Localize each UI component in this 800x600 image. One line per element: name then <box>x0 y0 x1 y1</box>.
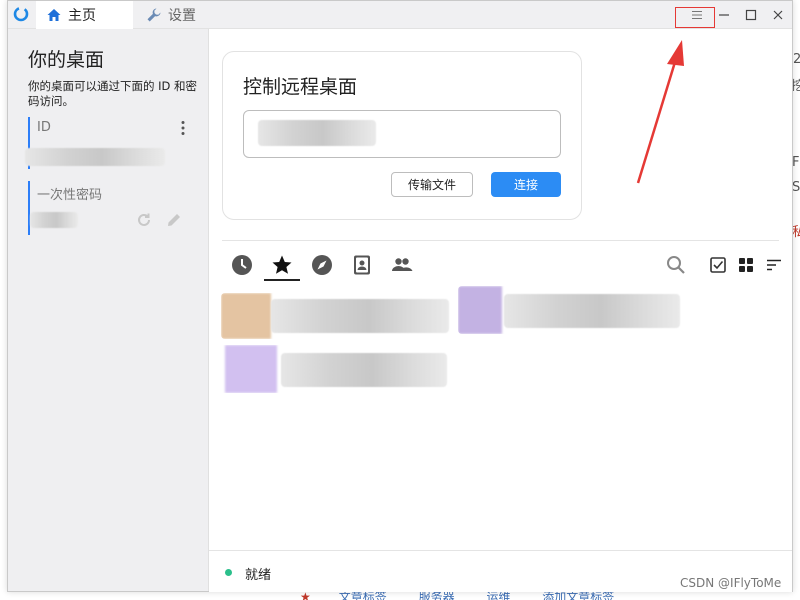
app-window: 主页 设置 你的桌面 你的桌面可以通过下面的 ID 和密码访问。 ID 一次性密… <box>7 0 793 592</box>
group-icon <box>392 258 413 271</box>
grid-view-button[interactable] <box>736 255 756 275</box>
background-fragment: F <box>792 155 800 170</box>
tab-recent-sessions[interactable] <box>230 253 254 277</box>
search-button[interactable] <box>666 255 686 275</box>
refresh-icon[interactable] <box>136 212 152 228</box>
maximize-icon <box>745 9 757 21</box>
remote-card-title: 控制远程桌面 <box>243 76 358 98</box>
app-logo-icon <box>13 6 29 22</box>
title-bar: 主页 设置 <box>8 1 792 29</box>
peer-avatar <box>458 286 502 334</box>
minimize-button[interactable] <box>713 4 735 26</box>
password-label: 一次性密码 <box>37 188 103 203</box>
peer-avatar <box>221 293 271 339</box>
maximize-button[interactable] <box>740 4 762 26</box>
minimize-icon <box>719 14 729 16</box>
wrench-icon <box>146 7 162 23</box>
checkbox-icon <box>710 257 726 273</box>
peer-info-redacted <box>281 353 447 387</box>
remote-desktop-card: 控制远程桌面 传输文件 连接 <box>222 51 582 220</box>
status-indicator <box>225 569 232 576</box>
peer-info-redacted <box>504 294 680 328</box>
sidebar: 你的桌面 你的桌面可以通过下面的 ID 和密码访问。 ID 一次性密码 <box>8 29 209 591</box>
peer-card[interactable] <box>221 293 453 339</box>
sort-button[interactable] <box>764 255 784 275</box>
favorites-icon <box>272 255 292 274</box>
remote-id-redacted <box>258 120 376 146</box>
background-fragment: 2 <box>793 52 800 67</box>
peer-info-redacted <box>271 299 449 333</box>
grid-view-icon <box>739 258 753 272</box>
peer-card[interactable] <box>219 345 451 393</box>
tab-label: 主页 <box>68 8 96 24</box>
connect-button[interactable]: 连接 <box>491 172 561 197</box>
status-text: 就绪 <box>245 568 272 583</box>
transfer-file-button[interactable]: 传输文件 <box>391 172 473 197</box>
peer-avatar <box>225 345 277 393</box>
close-icon <box>773 10 783 20</box>
close-button[interactable] <box>767 4 789 26</box>
section-divider <box>222 240 779 241</box>
id-value-redacted <box>25 148 165 166</box>
address-book-icon <box>354 255 370 275</box>
password-value-redacted <box>30 212 78 228</box>
home-icon <box>46 7 62 23</box>
sidebar-title: 你的桌面 <box>28 49 105 71</box>
sidebar-description: 你的桌面可以通过下面的 ID 和密码访问。 <box>28 79 198 108</box>
select-checkbox-button[interactable] <box>708 255 728 275</box>
tab-label: 设置 <box>168 8 196 24</box>
search-icon <box>667 256 685 274</box>
remote-id-input[interactable] <box>243 110 561 158</box>
discover-icon <box>312 255 332 275</box>
background-fragment: S <box>792 180 800 195</box>
recent-icon <box>232 255 252 275</box>
tab-address-book[interactable] <box>350 253 374 277</box>
sort-icon <box>767 259 781 271</box>
tab-settings[interactable]: 设置 <box>136 1 236 29</box>
tab-group[interactable] <box>390 253 414 277</box>
tab-favorites[interactable] <box>264 253 300 281</box>
background-fragment: 私 <box>792 225 800 240</box>
edit-pencil-icon[interactable] <box>165 211 183 229</box>
id-label: ID <box>37 120 51 135</box>
watermark: CSDN @IFlyToMe <box>680 576 782 590</box>
tab-home[interactable]: 主页 <box>36 1 133 29</box>
tab-discovered[interactable] <box>310 253 334 277</box>
main-panel: 控制远程桌面 传输文件 连接 <box>209 29 792 550</box>
more-vertical-icon[interactable] <box>180 120 186 136</box>
menu-highlight-box <box>675 7 715 28</box>
peer-card[interactable] <box>458 286 684 334</box>
